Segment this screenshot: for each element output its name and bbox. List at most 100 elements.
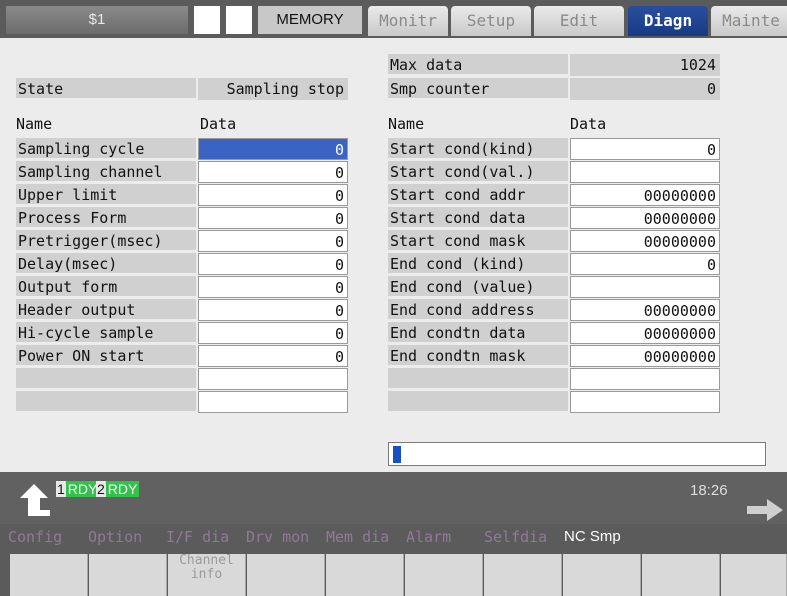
right-param-value[interactable]: 00000000	[570, 230, 720, 252]
menu-nc-smp: NC Smp	[564, 528, 621, 545]
softkey-4[interactable]	[247, 554, 325, 596]
tab-monitor[interactable]: Monitr	[368, 6, 448, 36]
system-name: $1	[6, 6, 188, 34]
channel-2-status: 2 RDY	[96, 480, 140, 498]
softkey-10[interactable]	[721, 554, 787, 596]
menu-label-strip: Config Option I/F dia Drv mon Mem dia Al…	[0, 524, 787, 554]
right-param-name	[388, 391, 568, 413]
softkey-channel-info[interactable]: Channel info	[168, 554, 246, 596]
softkey-7[interactable]	[484, 554, 562, 596]
left-param-name: Hi-cycle sample	[16, 322, 196, 344]
left-param-value[interactable]	[198, 368, 348, 390]
right-param-value[interactable]: 0	[570, 253, 720, 275]
softkey-2[interactable]	[89, 554, 167, 596]
right-name-header: Name	[388, 115, 425, 133]
top-bar: $1 MEMORY Monitr Setup Edit Diagn Mainte	[0, 0, 787, 38]
right-param-value[interactable]: 00000000	[570, 184, 720, 206]
tab-setup[interactable]: Setup	[451, 6, 531, 36]
left-param-value[interactable]: 0	[198, 345, 348, 367]
state-value: Sampling stop	[198, 78, 348, 100]
tab-mainte[interactable]: Mainte	[711, 6, 787, 36]
tab-edit[interactable]: Edit	[534, 6, 624, 36]
left-param-value[interactable]: 0	[198, 161, 348, 183]
operation-mode: MEMORY	[258, 6, 362, 34]
status-bar: 1 RDY 2 RDY 18:26	[0, 472, 787, 524]
right-param-value[interactable]: 00000000	[570, 322, 720, 344]
left-param-value[interactable]: 0	[198, 299, 348, 321]
left-param-name: Upper limit	[16, 184, 196, 206]
right-param-name: End condtn mask	[388, 345, 568, 367]
left-name-header: Name	[16, 115, 53, 133]
right-param-value[interactable]: 00000000	[570, 207, 720, 229]
right-param-name: Start cond data	[388, 207, 568, 229]
left-param-name	[16, 368, 196, 390]
left-param-name: Delay(msec)	[16, 253, 196, 275]
right-param-value[interactable]	[570, 368, 720, 390]
clock: 18:26	[690, 482, 728, 499]
menu-mem-dia: Mem dia	[326, 528, 390, 546]
softkey-1[interactable]	[10, 554, 88, 596]
left-param-name: Pretrigger(msec)	[16, 230, 196, 252]
right-param-name: End cond (kind)	[388, 253, 568, 275]
left-param-value[interactable]: 0	[198, 230, 348, 252]
left-param-name	[16, 391, 196, 413]
right-param-value[interactable]	[570, 276, 720, 298]
left-param-name: Output form	[16, 276, 196, 298]
smp-counter-value: 0	[570, 78, 720, 100]
left-param-value[interactable]: 0	[198, 253, 348, 275]
left-param-value[interactable]: 0	[198, 276, 348, 298]
left-param-value[interactable]	[198, 391, 348, 413]
softkey-8[interactable]	[563, 554, 641, 596]
menu-selfdia: Selfdia	[484, 528, 548, 546]
right-param-name: Start cond(kind)	[388, 138, 568, 160]
left-param-name: Process Form	[16, 207, 196, 229]
left-param-value[interactable]: 0	[198, 207, 348, 229]
channel-1-ready: RDY	[65, 481, 100, 497]
left-param-name: Sampling channel	[16, 161, 196, 183]
progress-fill	[393, 446, 401, 463]
softkey-6[interactable]	[405, 554, 483, 596]
menu-alarm: Alarm	[406, 528, 452, 546]
channel-1-number: 1	[56, 481, 66, 497]
state-label: State	[16, 78, 196, 100]
softkey-9[interactable]	[642, 554, 720, 596]
right-param-name	[388, 368, 568, 390]
channel-2-number: 2	[96, 481, 106, 497]
right-param-name: Start cond(val.)	[388, 161, 568, 183]
next-menu-arrow-icon[interactable]	[745, 498, 785, 522]
right-param-value[interactable]	[570, 391, 720, 413]
right-param-name: Start cond addr	[388, 184, 568, 206]
right-param-name: End cond address	[388, 299, 568, 321]
right-param-value[interactable]: 0	[570, 138, 720, 160]
right-data-header: Data	[570, 115, 607, 133]
smp-counter-label: Smp counter	[388, 78, 568, 100]
max-data-value: 1024	[570, 54, 720, 76]
right-param-value[interactable]: 00000000	[570, 299, 720, 321]
right-param-value[interactable]: 00000000	[570, 345, 720, 367]
right-param-name: End cond (value)	[388, 276, 568, 298]
sampling-progress-bar	[388, 442, 766, 466]
status-field-1	[194, 6, 220, 34]
right-param-name: End condtn data	[388, 322, 568, 344]
left-param-name: Power ON start	[16, 345, 196, 367]
menu-config: Config	[8, 528, 63, 546]
left-param-value[interactable]: 0	[198, 184, 348, 206]
left-param-value[interactable]: 0	[198, 322, 348, 344]
right-param-name: Start cond mask	[388, 230, 568, 252]
menu-drv-mon: Drv mon	[246, 528, 310, 546]
left-param-value[interactable]: 0	[198, 138, 348, 160]
menu-if-dia: I/F dia	[166, 528, 230, 546]
main-panel: State Sampling stop Name Data Sampling c…	[0, 38, 787, 472]
return-arrow-icon[interactable]	[16, 482, 52, 518]
status-field-2	[226, 6, 252, 34]
menu-option: Option	[88, 528, 143, 546]
right-param-value[interactable]	[570, 161, 720, 183]
left-data-header: Data	[200, 115, 237, 133]
softkey-5[interactable]	[326, 554, 404, 596]
tab-diagn[interactable]: Diagn	[628, 6, 708, 36]
channel-1-status: 1 RDY	[56, 480, 100, 498]
channel-2-ready: RDY	[105, 481, 140, 497]
max-data-label: Max data	[388, 54, 568, 76]
left-param-name: Sampling cycle	[16, 138, 196, 160]
softkey-row: Channel info	[0, 554, 787, 596]
